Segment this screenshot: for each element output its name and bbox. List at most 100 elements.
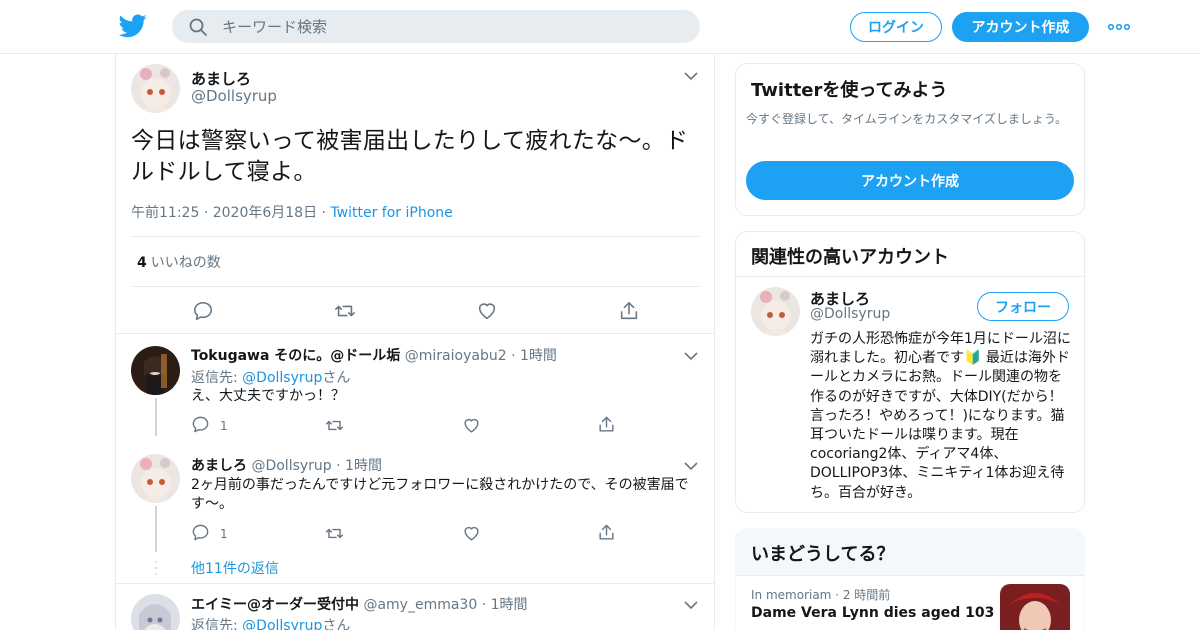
thread-connector-line [155,398,157,436]
reply-to-prefix: 返信先: [191,370,243,386]
reply-tweet[interactable]: エイミー@オーダー受付中 @amy_emma30 · 1時間 返信先: @Dol… [116,584,714,630]
trend-context: In memoriam · 2 時間前 [751,586,890,603]
reply-to-line: 返信先: @Dollsyrupさん [191,615,350,630]
account-bio: ガチの人形恐怖症が今年1月にドール沼に溺れました。初心者です🔰 最近は海外ドール… [810,331,1071,501]
reply-time[interactable]: 1時間 [491,597,528,613]
card-title: 関連性の高いアカウント [751,247,949,268]
trend-thumbnail-image[interactable] [1000,584,1070,630]
reply-to-handle[interactable]: @Dollsyrup [242,618,322,630]
separator-dot: · [336,458,341,474]
separator-dot: · [203,205,213,221]
chevron-down-icon[interactable] [684,461,698,471]
chevron-down-icon[interactable] [684,71,698,81]
login-button[interactable]: ログイン [850,12,942,42]
likes-label: いいねの数 [150,255,221,271]
signup-cta-button[interactable]: アカウント作成 [746,161,1074,200]
author-name[interactable]: エイミー@オーダー受付中 [191,597,359,613]
likes-stat[interactable]: 4 いいねの数 [137,252,221,272]
divider [131,286,700,287]
avatar[interactable] [131,346,180,395]
reply-header: Tokugawa そのに。@ドール垢 @miraioyabu2 · 1時間 [191,345,557,365]
tweet-text: 今日は警察いって被害届出したりして疲れたな〜。ドルドルして寝よ。 [131,128,689,185]
related-accounts-card: 関連性の高いアカウント あましろ @Dollsyrup フォロー ガチの人形恐怖… [735,231,1085,513]
top-navigation-bar: ログイン アカウント作成 [0,0,1200,54]
thread-dots-icon [155,561,157,575]
twitter-bird-logo-icon[interactable] [119,13,147,39]
separator-dot: · [511,348,516,364]
share-icon[interactable] [618,300,640,322]
reply-to-line: 返信先: @Dollsyrupさん [191,367,350,387]
divider [736,276,1084,277]
reply-header: あましろ @Dollsyrup · 1時間 [191,455,382,475]
doll-avatar-image [131,346,180,395]
reply-time[interactable]: 1時間 [520,348,557,364]
doll-avatar-image [131,64,180,113]
card-title: いまどうしてる？ [751,544,895,565]
tweet-thread-column: あましろ @Dollsyrup 今日は警察いって被害届出したりして疲れたな〜。ド… [115,54,715,630]
like-heart-icon[interactable] [462,524,481,543]
author-name[interactable]: あましろ [191,458,247,474]
tweet-time[interactable]: 午前11:25 [131,205,199,221]
likes-count: 4 [137,255,147,271]
thread-connector-line [155,506,157,552]
author-handle[interactable]: @Dollsyrup [251,458,331,474]
separator-dot: · [835,588,843,602]
author-handle[interactable]: @Dollsyrup [191,87,277,105]
author-handle[interactable]: @amy_emma30 [363,597,477,613]
avatar[interactable] [751,287,800,336]
card-title: Twitterを使ってみよう [751,80,948,101]
retweet-icon[interactable] [334,300,356,322]
author-name[interactable]: Tokugawa そのに。@ドール垢 [191,348,400,364]
author-name[interactable]: あましろ [191,68,251,89]
share-icon[interactable] [597,523,616,542]
account-handle[interactable]: @Dollsyrup [810,306,890,322]
tweet-source-link[interactable]: Twitter for iPhone [330,205,452,221]
avatar[interactable] [131,64,180,113]
focused-tweet: あましろ @Dollsyrup 今日は警察いって被害届出したりして疲れたな〜。ド… [116,54,714,334]
search-input[interactable] [222,10,682,43]
reply-header: エイミー@オーダー受付中 @amy_emma30 · 1時間 [191,594,528,614]
reply-to-prefix: 返信先: [191,618,243,630]
reply-icon[interactable] [191,523,210,542]
reply-count: 1 [220,527,228,541]
divider [131,236,700,237]
signup-button[interactable]: アカウント作成 [952,12,1089,42]
avatar[interactable] [131,594,180,630]
portrait-photo [1000,584,1070,630]
search-icon [189,18,207,36]
reply-icon[interactable] [192,300,214,322]
doll-avatar-image [131,454,180,503]
retweet-icon[interactable] [325,416,344,435]
reply-to-suffix: さん [322,370,351,386]
share-icon[interactable] [597,415,616,434]
reply-to-suffix: さん [322,618,351,630]
tweet-date[interactable]: 2020年6月18日 [213,205,317,221]
doll-avatar-image [751,287,800,336]
reply-count: 1 [220,419,228,433]
author-handle[interactable]: @miraioyabu2 [405,348,507,364]
like-heart-icon[interactable] [462,416,481,435]
card-subtitle: 今すぐ登録して、タイムラインをカスタマイズしましょう。 [746,112,1068,126]
doll-avatar-image [131,594,180,630]
trend-category: In memoriam [751,588,832,602]
reply-to-handle[interactable]: @Dollsyrup [242,370,322,386]
signup-prompt-card: Twitterを使ってみよう 今すぐ登録して、タイムラインをカスタマイズしましょ… [735,63,1085,216]
more-options-icon[interactable] [1107,18,1131,36]
chevron-down-icon[interactable] [684,600,698,610]
trends-card: いまどうしてる？ In memoriam · 2 時間前 Dame Vera L… [735,528,1085,630]
separator-dot: · [481,597,487,613]
reply-text: え、大丈夫ですかっ！？ [191,388,345,404]
reply-text: 2ヶ月前の事だったんですけど元フォロワーに殺されかけたので、その被害届です〜。 [191,477,689,512]
chevron-down-icon[interactable] [684,351,698,361]
search-box[interactable] [172,10,700,43]
retweet-icon[interactable] [325,524,344,543]
like-heart-icon[interactable] [476,300,498,322]
follow-button[interactable]: フォロー [977,292,1069,321]
tweet-metadata: 午前11:25 · 2020年6月18日 · Twitter for iPhon… [131,202,453,222]
show-more-replies-link[interactable]: 他11件の返信 [191,558,279,578]
trend-headline[interactable]: Dame Vera Lynn dies aged 103 [751,605,994,621]
reply-time[interactable]: 1時間 [345,458,382,474]
trend-time: 2 時間前 [842,588,891,602]
reply-icon[interactable] [191,415,210,434]
avatar[interactable] [131,454,180,503]
